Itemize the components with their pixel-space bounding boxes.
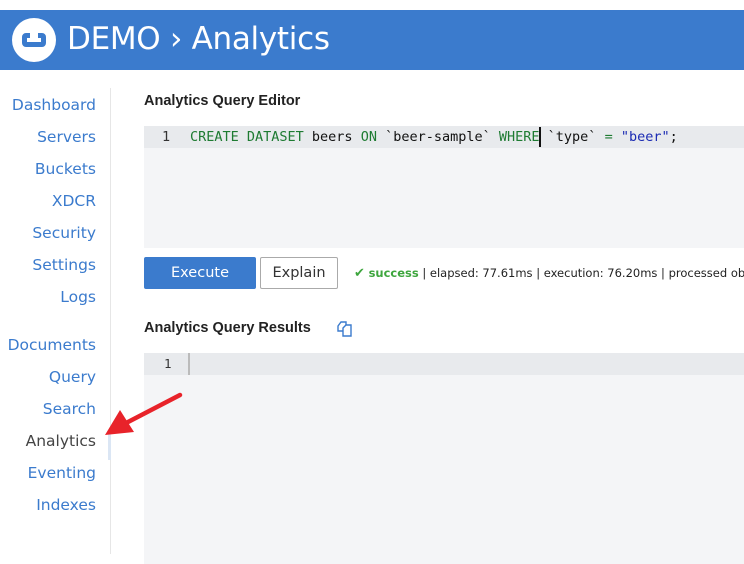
sidebar-item-query[interactable]: Query (49, 368, 96, 386)
check-icon: ✔ (354, 266, 365, 281)
results-viewer[interactable]: 1 (144, 353, 744, 564)
couchbase-logo-icon[interactable] (12, 18, 56, 62)
status-details: | elapsed: 77.61ms | execution: 76.20ms … (418, 266, 744, 280)
sidebar-item-security[interactable]: Security (32, 224, 96, 242)
sidebar-item-logs[interactable]: Logs (60, 288, 96, 306)
gutter-divider (188, 353, 190, 375)
top-header: DEMO › Analytics (0, 10, 744, 70)
sidebar-item-buckets[interactable]: Buckets (35, 160, 96, 178)
identifier-token: beers (303, 129, 361, 145)
sidebar-item-servers[interactable]: Servers (37, 128, 96, 146)
identifier-token: `beer-sample` (376, 129, 499, 145)
explain-button[interactable]: Explain (260, 257, 338, 289)
code-text[interactable]: CREATE DATASET beers ON `beer-sample` WH… (190, 126, 678, 148)
results-line: 1 (144, 353, 744, 375)
line-number: 1 (164, 356, 172, 371)
query-status: ✔ success | elapsed: 77.61ms | execution… (354, 266, 744, 281)
keyword-token: CREATE DATASET (190, 129, 304, 145)
keyword-token: WHERE (498, 129, 540, 145)
status-badge: success (368, 266, 419, 280)
results-title: Analytics Query Results (144, 320, 311, 336)
operator-token: = (604, 129, 613, 145)
breadcrumb-title: DEMO › Analytics (67, 21, 330, 57)
editor-title: Analytics Query Editor (144, 93, 301, 109)
sidebar-item-xdcr[interactable]: XDCR (52, 192, 96, 210)
sidebar-item-documents[interactable]: Documents (8, 336, 96, 354)
sidebar-item-indexes[interactable]: Indexes (36, 496, 96, 514)
sidebar-item-settings[interactable]: Settings (32, 256, 96, 274)
sidebar-item-dashboard[interactable]: Dashboard (12, 96, 96, 114)
sidebar-item-analytics[interactable]: Analytics (26, 432, 96, 450)
keyword-token: ON (360, 129, 377, 145)
string-token: "beer" (620, 129, 670, 145)
identifier-token: `type` (539, 129, 605, 145)
red-arrow-annotation (105, 392, 183, 435)
sidebar-nav: Dashboard Servers Buckets XDCR Security … (0, 88, 111, 554)
line-number: 1 (162, 129, 171, 145)
logo-mark (22, 32, 46, 47)
punct-token: ; (669, 129, 678, 145)
query-editor[interactable]: 1 CREATE DATASET beers ON `beer-sample` … (144, 126, 744, 248)
execute-button[interactable]: Execute (144, 257, 256, 289)
sidebar-item-search[interactable]: Search (43, 400, 96, 418)
editor-line[interactable]: 1 CREATE DATASET beers ON `beer-sample` … (144, 126, 744, 148)
sidebar-item-eventing[interactable]: Eventing (28, 464, 96, 482)
copy-icon[interactable] (336, 320, 354, 338)
